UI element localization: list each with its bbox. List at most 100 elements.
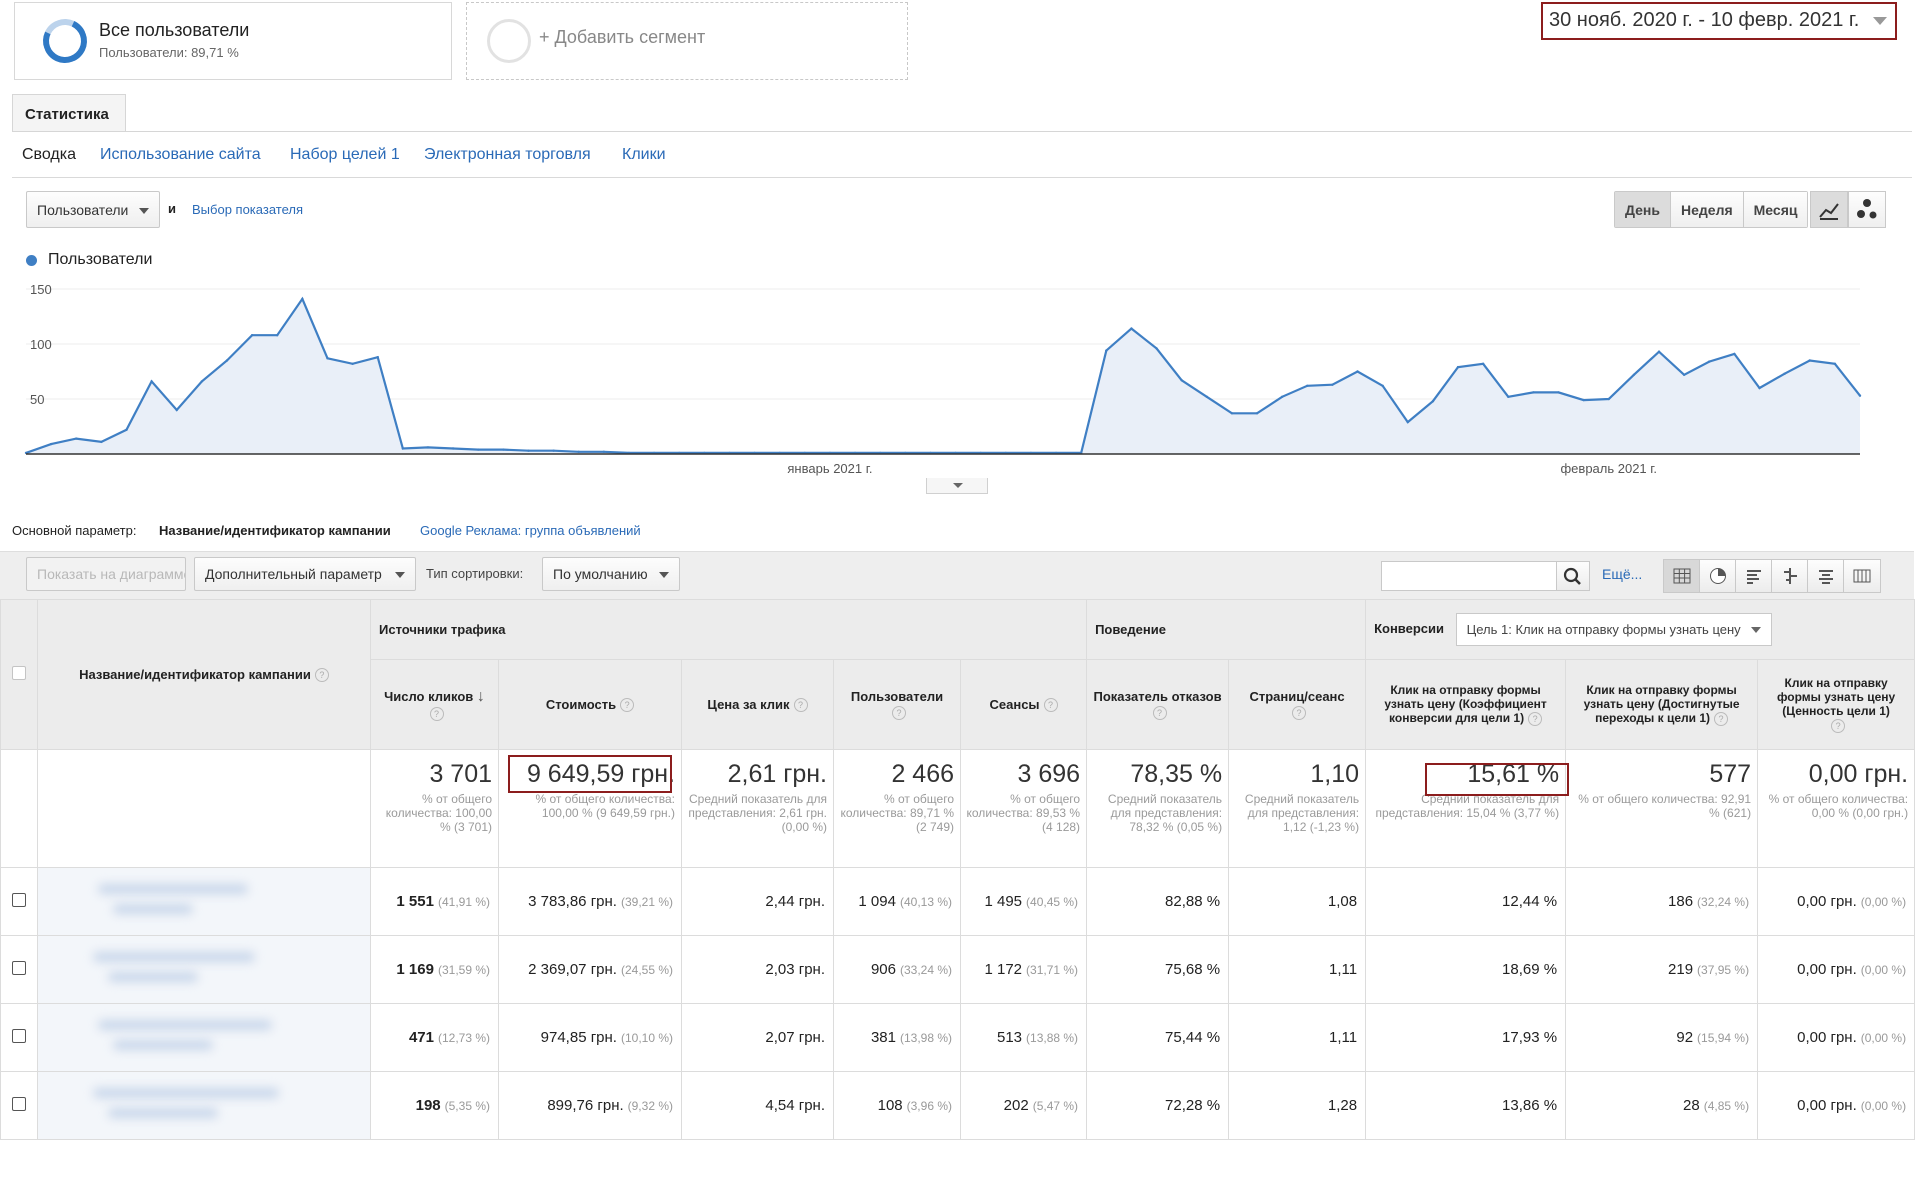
- cell-value: 17,93 %: [1502, 1029, 1558, 1046]
- cell-value: 1 172: [984, 961, 1023, 978]
- view-table-button[interactable]: [1664, 560, 1700, 592]
- data-point: [1155, 347, 1158, 350]
- cell-percent: (13,98 %): [899, 1031, 952, 1045]
- primary-dimension-value[interactable]: Название/идентификатор кампании: [159, 523, 391, 538]
- conversions-label: Конверсии: [1374, 620, 1445, 636]
- legend-label: Пользователи: [48, 251, 153, 268]
- data-point: [1557, 391, 1560, 394]
- cell-value: 82,88 %: [1165, 893, 1221, 910]
- view-bar-button[interactable]: [1736, 560, 1772, 592]
- data-point: [401, 447, 405, 450]
- total-note: Средний показатель для представления: 1,…: [1244, 792, 1360, 834]
- row-checkbox[interactable]: [12, 1096, 26, 1111]
- data-point: [1406, 420, 1409, 424]
- column-label: Сеансы: [989, 696, 1040, 712]
- legend-dot-icon: [26, 255, 37, 266]
- secondary-dimension-select[interactable]: Дополнительный параметр: [194, 557, 416, 591]
- goal-select[interactable]: Цель 1: Клик на отправку формы узнать це…: [1455, 613, 1772, 646]
- view-comparison-button[interactable]: [1772, 560, 1808, 592]
- column-header-goal-completions[interactable]: Клик на отправку формы узнать цену (Дост…: [1565, 659, 1759, 750]
- bar-chart-icon: [1746, 570, 1761, 584]
- sort-type-select[interactable]: По умолчанию: [542, 557, 680, 591]
- campaign-name-cell[interactable]: [37, 867, 371, 936]
- users-chart[interactable]: 150 100 50 январь 2021 г. февраль 2021 г.: [0, 270, 1900, 480]
- group-header-behavior: Поведение: [1086, 599, 1367, 660]
- tab-statistics[interactable]: Статистика: [12, 94, 126, 132]
- cell-percent: (41,91 %): [437, 895, 490, 909]
- column-header-cpc[interactable]: Цена за клик?: [681, 659, 834, 750]
- plot-rows-button[interactable]: Показать на диаграмме: [26, 557, 186, 591]
- data-point: [250, 334, 254, 337]
- column-header-campaign[interactable]: Название/идентификатор кампании?: [37, 599, 371, 750]
- view-term-cloud-button[interactable]: [1808, 560, 1844, 592]
- cell-value: 2,03 грн.: [765, 961, 825, 978]
- subnav-site-usage[interactable]: Использование сайта: [100, 146, 261, 164]
- select-all-cell: [0, 599, 38, 750]
- chevron-down-icon: [1750, 627, 1761, 633]
- data-point: [1306, 384, 1309, 387]
- column-header-clicks[interactable]: Число кликов ↓?: [370, 659, 499, 750]
- cell-goal-conversion-rate: 18,69 %: [1365, 935, 1567, 1004]
- cell-goal-value: 0,00 грн. (0,00 %): [1757, 935, 1916, 1004]
- data-point: [326, 357, 329, 360]
- row-checkbox[interactable]: [12, 892, 26, 907]
- column-header-bounce-rate[interactable]: Показатель отказов?: [1086, 659, 1230, 750]
- cell-value: 3 783,86 грн.: [528, 893, 617, 910]
- subnav-clicks[interactable]: Клики: [622, 146, 666, 164]
- more-link[interactable]: Ещё...: [1602, 566, 1642, 582]
- campaign-name-cell[interactable]: [37, 935, 371, 1004]
- cell-sessions: 202 (5,47 %): [959, 1071, 1088, 1140]
- table-search-input[interactable]: [1381, 561, 1557, 591]
- row-checkbox[interactable]: [12, 1028, 26, 1043]
- row-checkbox[interactable]: [12, 960, 26, 975]
- help-icon: ?: [620, 698, 635, 713]
- campaign-name-cell[interactable]: [37, 1003, 371, 1072]
- data-point: [577, 450, 580, 453]
- cell-value: 28: [1683, 1097, 1700, 1114]
- data-table: Название/идентификатор кампании? Источни…: [0, 599, 1916, 1140]
- column-header-pages-per-session[interactable]: Страниц/сеанс?: [1228, 659, 1367, 750]
- segment-all-users[interactable]: Все пользователи Пользователи: 89,71 %: [14, 2, 452, 80]
- help-icon: ?: [1528, 711, 1543, 726]
- help-icon: ?: [314, 668, 329, 683]
- cell-users: 108 (3,96 %): [833, 1071, 961, 1140]
- add-segment-label: + Добавить сегмент: [539, 27, 706, 47]
- alt-dimension-link[interactable]: Google Реклама: группа объявлений: [420, 523, 641, 538]
- granularity-week-button[interactable]: Неделя: [1671, 192, 1744, 227]
- row-select-cell: [0, 935, 38, 1004]
- motion-chart-button[interactable]: [1848, 191, 1886, 228]
- subnav-ecommerce[interactable]: Электронная торговля: [424, 146, 591, 164]
- date-range-picker[interactable]: 30 нояб. 2020 г. - 10 февр. 2021 г.: [1541, 2, 1897, 40]
- choose-metric-link[interactable]: Выбор показателя: [192, 202, 303, 217]
- add-segment-button[interactable]: + Добавить сегмент: [466, 2, 908, 80]
- cell-users: 906 (33,24 %): [833, 935, 961, 1004]
- chart-collapse-toggle[interactable]: [926, 478, 988, 494]
- data-point: [1381, 384, 1384, 387]
- table-search-button[interactable]: [1556, 561, 1590, 591]
- help-icon: ?: [1714, 711, 1729, 726]
- data-point: [1356, 370, 1359, 373]
- subnav-goal-set-1[interactable]: Набор целей 1: [290, 146, 400, 164]
- cell-value: 198: [415, 1097, 441, 1114]
- chevron-down-icon: [659, 572, 669, 578]
- column-header-sessions[interactable]: Сеансы?: [959, 659, 1088, 750]
- column-header-goal-value[interactable]: Клик на отправку формы узнать цену (Ценн…: [1757, 659, 1916, 750]
- line-chart-button[interactable]: [1810, 191, 1848, 228]
- cell-percent: (3,96 %): [906, 1099, 952, 1113]
- campaign-name-cell[interactable]: [37, 1071, 371, 1140]
- subnav-summary[interactable]: Сводка: [22, 146, 76, 164]
- granularity-month-button[interactable]: Месяц: [1743, 192, 1808, 227]
- view-pivot-button[interactable]: [1844, 560, 1880, 592]
- metric-select[interactable]: Пользователи: [26, 191, 160, 228]
- column-header-users[interactable]: Пользователи?: [833, 659, 961, 750]
- select-all-checkbox[interactable]: [12, 666, 26, 680]
- column-header-cost[interactable]: Стоимость?: [498, 659, 682, 750]
- granularity-day-button[interactable]: День: [1615, 192, 1671, 227]
- cell-value: 1,11: [1328, 961, 1358, 978]
- view-pie-button[interactable]: [1700, 560, 1736, 592]
- data-point: [1783, 372, 1786, 375]
- column-header-goal-conversion-rate[interactable]: Клик на отправку формы узнать цену (Коэф…: [1365, 659, 1567, 750]
- data-point: [527, 449, 530, 452]
- column-label: Стоимость: [545, 696, 617, 712]
- cell-cost: 899,76 грн. (9,32 %): [498, 1071, 682, 1140]
